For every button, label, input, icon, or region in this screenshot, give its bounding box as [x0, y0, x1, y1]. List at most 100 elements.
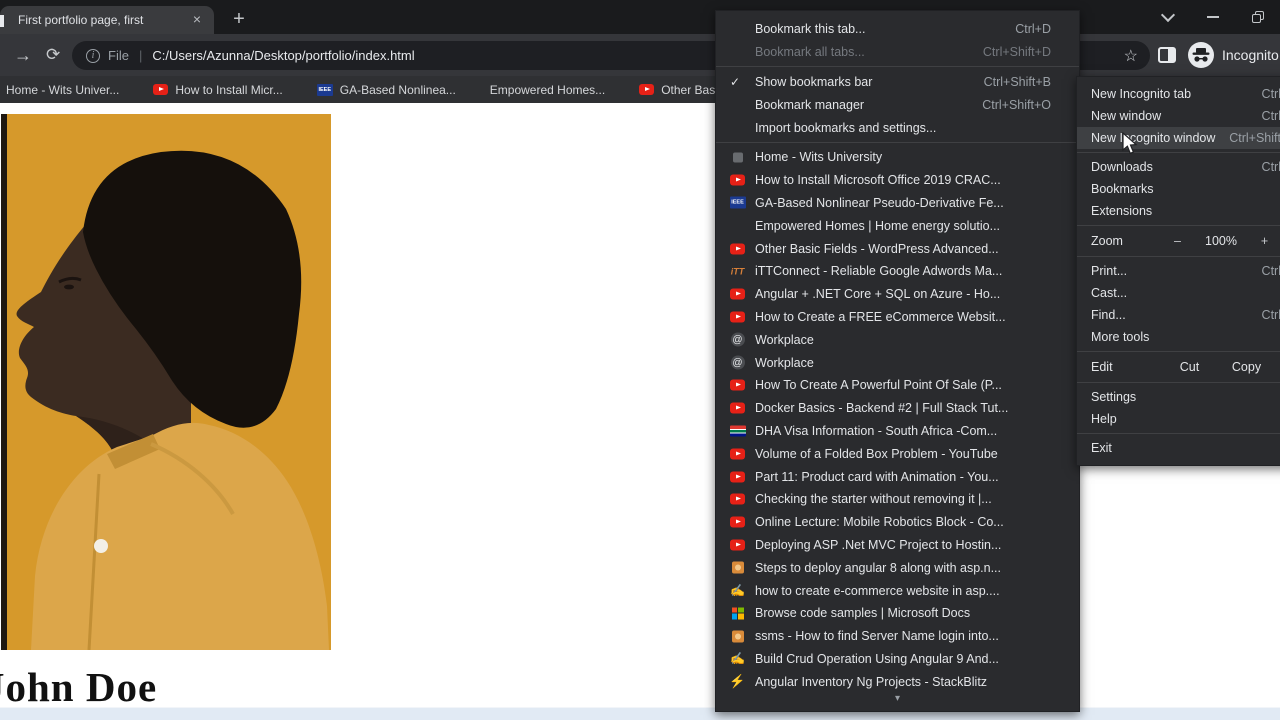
tab-first-portfolio[interactable]: First portfolio page, first × [0, 6, 214, 34]
menu-item-deploying-asp-net-mvc-project-to-hostin[interactable]: Deploying ASP .Net MVC Project to Hostin… [716, 534, 1079, 557]
bookmark-favicon: iTT [729, 263, 746, 280]
menu-item-new-incognito-window[interactable]: New Incognito window Ctrl+Shift [1077, 127, 1280, 149]
bookmark-favicon: ✍ [729, 650, 746, 667]
menu-item-label: Extensions [1091, 204, 1153, 218]
page-info-icon[interactable]: i [86, 48, 100, 63]
edit-action-cut[interactable]: Cut [1161, 360, 1218, 374]
menu-item-cast[interactable]: Cast... [1077, 282, 1280, 304]
menu-item-new-incognito-tab[interactable]: New Incognito tab Ctrl [1077, 83, 1280, 105]
menu-item-label: Deploying ASP .Net MVC Project to Hostin… [755, 537, 1002, 552]
reload-button[interactable]: ⟳ [46, 44, 60, 66]
menu-item-settings[interactable]: Settings [1077, 386, 1280, 408]
menu-item-bookmarks[interactable]: Bookmarks [1077, 178, 1280, 200]
menu-item-zoom[interactable]: Zoom –100% + [1077, 229, 1280, 253]
menu-item-label: Workplace [755, 355, 814, 370]
bookmark-star-icon[interactable]: ☆ [1124, 46, 1138, 66]
tab-close-icon[interactable]: × [188, 11, 206, 29]
url-scheme-label: File [108, 48, 129, 63]
bookmark-favicon [729, 377, 746, 394]
menu-item-help[interactable]: Help [1077, 408, 1280, 430]
menu-item-other-basic-fields-wordpress-advanced[interactable]: Other Basic Fields - WordPress Advanced.… [716, 237, 1079, 260]
menu-item-import-bookmarks-and-settings[interactable]: Import bookmarks and settings... [716, 116, 1079, 139]
menu-item-how-to-install-microsoft-office-2019-cra[interactable]: How to Install Microsoft Office 2019 CRA… [716, 169, 1079, 192]
menu-item-empowered-homes-home-energy-solutio[interactable]: Empowered Homes | Home energy solutio... [716, 214, 1079, 237]
bookmark-label: GA-Based Nonlinea... [339, 82, 456, 97]
menu-item-label: Bookmark manager [755, 97, 865, 112]
menu-item-label: iTTConnect - Reliable Google Adwords Ma.… [755, 264, 1003, 279]
menu-item-label: Workplace [755, 332, 814, 347]
menu-item-show-bookmarks-bar[interactable]: ✓ Show bookmarks bar Ctrl+Shift+B [716, 70, 1079, 93]
menu-item-label: DHA Visa Information - South Africa -Com… [755, 423, 998, 438]
minimize-button[interactable] [1190, 2, 1235, 32]
tab-title: First portfolio page, first [18, 13, 144, 27]
bookmarks-bar-item-ga-based-nonlinea[interactable]: IEEE GA-Based Nonlinea... [316, 82, 456, 97]
menu-item-part-11-product-card-with-animation-you[interactable]: Part 11: Product card with Animation - Y… [716, 465, 1079, 488]
menu-item-build-crud-operation-using-angular-9-and[interactable]: ✍ Build Crud Operation Using Angular 9 An… [716, 648, 1079, 671]
new-tab-button[interactable]: + [226, 7, 252, 33]
menu-item-how-to-create-a-powerful-point-of-sale-p[interactable]: How To Create A Powerful Point Of Sale (… [716, 374, 1079, 397]
youtube-icon [730, 493, 745, 505]
menu-item-ga-based-nonlinear-pseudo-derivative-fe[interactable]: IEEE GA-Based Nonlinear Pseudo-Derivative… [716, 192, 1079, 215]
menu-item-downloads[interactable]: Downloads Ctrl [1077, 156, 1280, 178]
menu-item-home-wits-university[interactable]: Home - Wits University [716, 146, 1079, 169]
menu-item-workplace[interactable]: @ Workplace [716, 351, 1079, 374]
side-panel-icon[interactable] [1158, 47, 1176, 63]
menu-item-bookmark-manager[interactable]: Bookmark manager Ctrl+Shift+O [716, 93, 1079, 116]
menu-item-ittconnect-reliable-google-adwords-ma[interactable]: iTT iTTConnect - Reliable Google Adwords … [716, 260, 1079, 283]
youtube-icon [730, 516, 745, 528]
menu-item-docker-basics-backend-2-full-stack-tut[interactable]: Docker Basics - Backend #2 | Full Stack … [716, 397, 1079, 420]
menu-item-how-to-create-e-commerce-website-in-asp[interactable]: ✍ how to create e-commerce website in asp… [716, 579, 1079, 602]
zoom-controls: –100% + [1161, 234, 1280, 248]
menu-item-workplace[interactable]: @ Workplace [716, 328, 1079, 351]
menu-item-exit[interactable]: Exit [1077, 437, 1280, 459]
youtube-icon [730, 243, 745, 255]
bookmarks-bar-item-home-wits-univer[interactable]: Home - Wits Univer... [6, 83, 119, 97]
menu-item-angular-inventory-ng-projects-stackblitz[interactable]: ⚡ Angular Inventory Ng Projects - StackBl… [716, 670, 1079, 693]
menu-item-angular-net-core-sql-on-azure-ho[interactable]: Angular + .NET Core + SQL on Azure - Ho.… [716, 283, 1079, 306]
menu-item-new-window[interactable]: New window Ctrl [1077, 105, 1280, 127]
menu-item-extensions[interactable]: Extensions [1077, 200, 1280, 222]
ieee-icon: IEEE [729, 196, 746, 209]
menu-item-bookmark-this-tab[interactable]: Bookmark this tab... Ctrl+D [716, 17, 1079, 40]
menu-item-checking-the-starter-without-removing-it[interactable]: Checking the starter without removing it… [716, 488, 1079, 511]
menu-item-shortcut: Ctrl+Shift+B [983, 74, 1051, 89]
menu-item-more-tools[interactable]: More tools [1077, 326, 1280, 348]
chevron-down-icon [1160, 7, 1175, 22]
menu-item-print[interactable]: Print... Ctrl [1077, 260, 1280, 282]
menu-item-label: Part 11: Product card with Animation - Y… [755, 469, 999, 484]
zoom-level-value: 100% [1205, 234, 1237, 248]
menu-item-ssms-how-to-find-server-name-login-into[interactable]: ssms - How to find Server Name login int… [716, 625, 1079, 648]
zoom-in-button[interactable]: + [1248, 234, 1280, 248]
menu-scroll-down-icon[interactable]: ▾ [716, 693, 1079, 707]
menu-item-label: Exit [1091, 441, 1112, 455]
menu-item-label: Volume of a Folded Box Problem - YouTube [755, 446, 998, 461]
menu-item-label: How to Install Microsoft Office 2019 CRA… [755, 173, 1001, 188]
menu-item-label: Settings [1091, 390, 1137, 404]
incognito-label: Incognito [1222, 47, 1279, 63]
bookmarks-bar-item-empowered-homes[interactable]: Empowered Homes... [490, 83, 605, 97]
menu-item-label: Zoom [1091, 234, 1123, 248]
restore-button[interactable] [1235, 2, 1280, 32]
tab-search-button[interactable] [1145, 2, 1190, 32]
menu-item-steps-to-deploy-angular-8-along-with-asp[interactable]: Steps to deploy angular 8 along with asp… [716, 556, 1079, 579]
menu-item-dha-visa-information-south-africa-com[interactable]: DHA Visa Information - South Africa -Com… [716, 420, 1079, 443]
horizontal-scrollbar[interactable] [0, 707, 1280, 720]
zoom-out-button[interactable]: – [1161, 234, 1194, 248]
edit-action-paste[interactable]: Paste [1275, 360, 1280, 374]
minimize-icon [1206, 16, 1219, 18]
menu-item-edit[interactable]: Edit CutCopyPaste [1077, 355, 1280, 379]
menu-item-bookmark-all-tabs[interactable]: Bookmark all tabs... Ctrl+Shift+D [716, 40, 1079, 63]
forward-button[interactable]: → [14, 44, 32, 66]
menu-item-shortcut: Ctrl+Shift+O [982, 97, 1051, 112]
bookmarks-menu: Bookmark this tab... Ctrl+D Bookmark all t… [715, 10, 1080, 712]
bookmarks-bar-item-how-to-install-micr[interactable]: How to Install Micr... [153, 83, 283, 97]
menu-item-how-to-create-a-free-ecommerce-websit[interactable]: How to Create a FREE eCommerce Websit... [716, 306, 1079, 329]
menu-item-volume-of-a-folded-box-problem-youtube[interactable]: Volume of a Folded Box Problem - YouTube [716, 442, 1079, 465]
youtube-icon [730, 379, 745, 391]
orange-site-icon [731, 561, 744, 574]
menu-item-browse-code-samples-microsoft-docs[interactable]: Browse code samples | Microsoft Docs [716, 602, 1079, 625]
menu-item-find[interactable]: Find... Ctrl [1077, 304, 1280, 326]
menu-item-label: Other Basic Fields - WordPress Advanced.… [755, 241, 999, 256]
menu-item-online-lecture-mobile-robotics-block-co[interactable]: Online Lecture: Mobile Robotics Block - … [716, 511, 1079, 534]
edit-action-copy[interactable]: Copy [1218, 360, 1275, 374]
